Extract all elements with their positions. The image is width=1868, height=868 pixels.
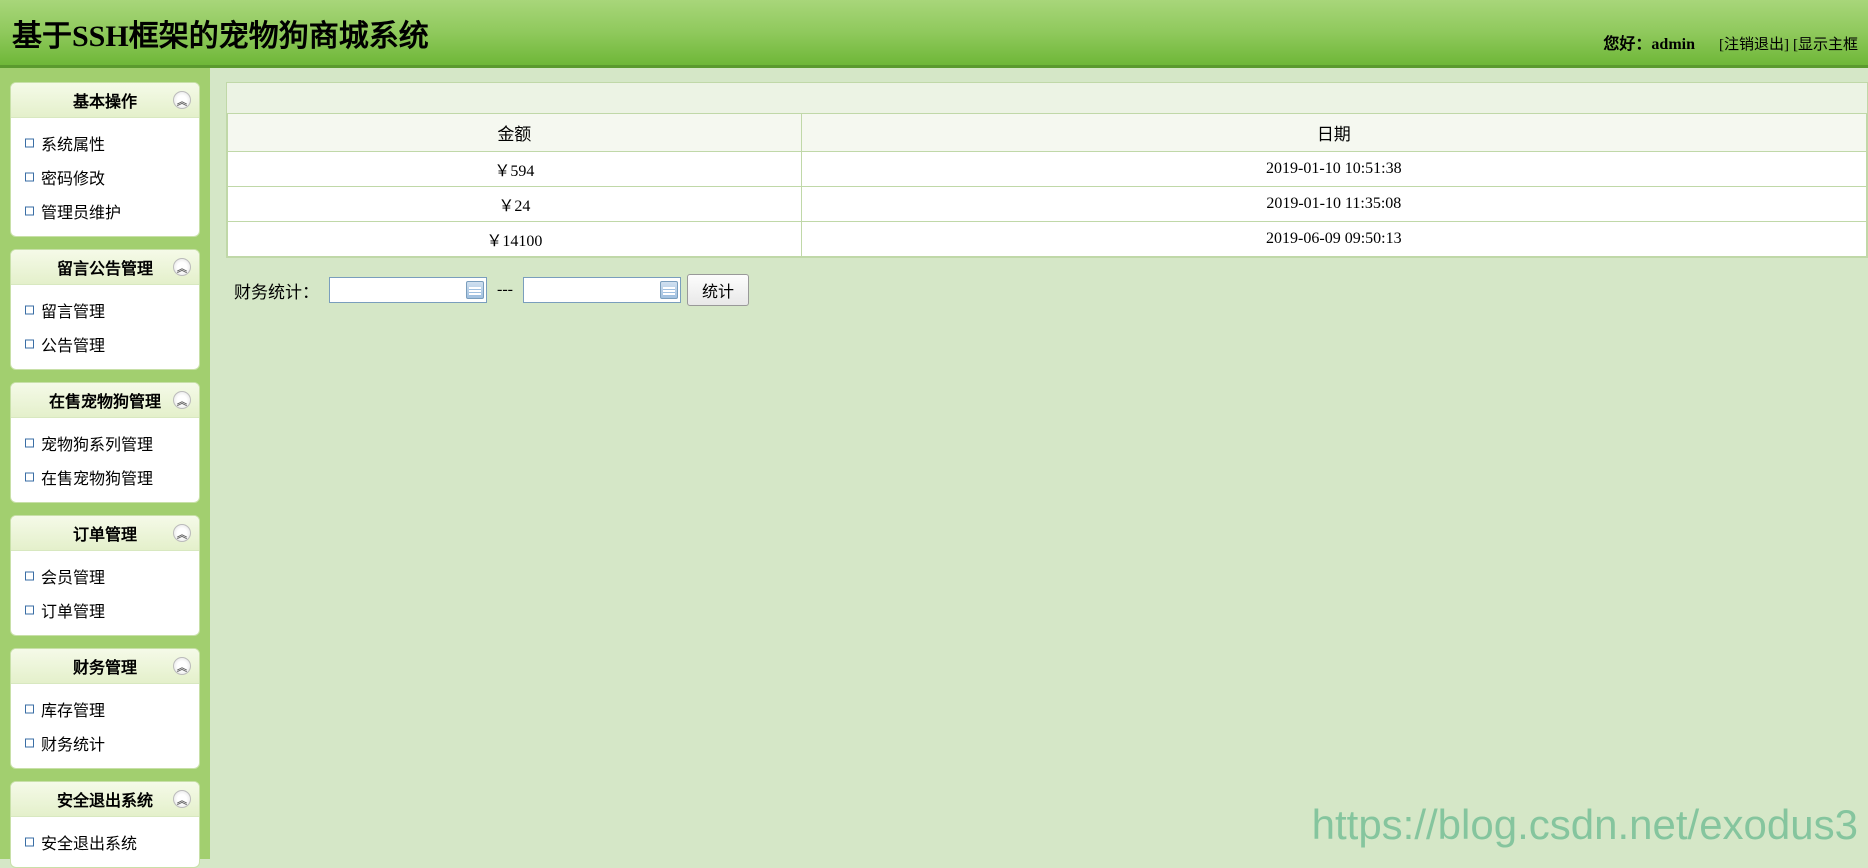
date-to-wrap bbox=[523, 277, 681, 303]
panel-body: 安全退出系统 bbox=[11, 817, 199, 867]
panel-title: 安全退出系统 bbox=[57, 793, 153, 810]
page-header: 基于SSH框架的宠物狗商城系统 您好：admin [注销退出] [显示主框 bbox=[0, 0, 1868, 68]
main-container: 基本操作 ︽ 系统属性密码修改管理员维护留言公告管理 ︽ 留言管理公告管理在售宠物狗管理… bbox=[0, 68, 1868, 859]
sidebar-panel: 在售宠物狗管理︽宠物狗系列管理在售宠物狗管理 bbox=[10, 382, 200, 503]
panel-header[interactable]: 订单管理 ︽ bbox=[11, 516, 199, 551]
logout-link[interactable]: [注销退出] bbox=[1719, 37, 1789, 53]
panel-body: 库存管理财务统计 bbox=[11, 684, 199, 768]
cell-date: 2019-01-10 10:51:38 bbox=[801, 152, 1866, 187]
col-amount: 金额 bbox=[228, 114, 802, 152]
panel-title: 基本操作 bbox=[73, 94, 137, 111]
panel-title: 订单管理 bbox=[73, 527, 137, 544]
date-to-input[interactable] bbox=[523, 277, 681, 303]
sidebar-item[interactable]: 会员管理 bbox=[23, 559, 187, 593]
content-box: 金额 日期 ￥5942019-01-10 10:51:38￥242019-01-… bbox=[226, 82, 1868, 258]
sidebar-item[interactable]: 系统属性 bbox=[23, 126, 187, 160]
chevron-up-icon[interactable]: ︽ bbox=[173, 657, 191, 675]
filter-row: 财务统计： --- 统计 bbox=[226, 258, 1868, 322]
cell-amount: ￥24 bbox=[228, 187, 802, 222]
sidebar-item[interactable]: 公告管理 bbox=[23, 327, 187, 361]
panel-header[interactable]: 基本操作 ︽ bbox=[11, 83, 199, 118]
panel-body: 系统属性密码修改管理员维护 bbox=[11, 118, 199, 236]
sidebar-item[interactable]: 密码修改 bbox=[23, 160, 187, 194]
panel-header[interactable]: 财务管理 ︽ bbox=[11, 649, 199, 684]
date-separator: --- bbox=[497, 281, 513, 299]
statistics-button[interactable]: 统计 bbox=[687, 274, 749, 306]
sidebar-item[interactable]: 库存管理 bbox=[23, 692, 187, 726]
sidebar-panel: 财务管理 ︽ 库存管理财务统计 bbox=[10, 648, 200, 769]
sidebar-panel: 安全退出系统 ︽ 安全退出系统 bbox=[10, 781, 200, 868]
watermark-text: https://blog.csdn.net/exodus3 bbox=[1312, 801, 1858, 849]
sidebar-panel: 订单管理︽会员管理订单管理 bbox=[10, 515, 200, 636]
chevron-up-icon[interactable]: ︽ bbox=[173, 524, 191, 542]
col-date: 日期 bbox=[801, 114, 1866, 152]
panel-title: 财务管理 bbox=[73, 660, 137, 677]
date-from-wrap bbox=[329, 277, 487, 303]
sidebar-item[interactable]: 管理员维护 bbox=[23, 194, 187, 228]
panel-body: 宠物狗系列管理在售宠物狗管理 bbox=[11, 418, 199, 502]
panel-header[interactable]: 安全退出系统 ︽ bbox=[11, 782, 199, 817]
sidebar-item[interactable]: 订单管理 bbox=[23, 593, 187, 627]
panel-title: 留言公告管理 bbox=[57, 261, 153, 278]
table-row: ￥242019-01-10 11:35:08 bbox=[228, 187, 1867, 222]
filter-label: 财务统计： bbox=[234, 278, 319, 303]
panel-body: 会员管理订单管理 bbox=[11, 551, 199, 635]
cell-date: 2019-01-10 11:35:08 bbox=[801, 187, 1866, 222]
panel-header[interactable]: 在售宠物狗管理 ︽ bbox=[11, 383, 199, 418]
table-row: ￥5942019-01-10 10:51:38 bbox=[228, 152, 1867, 187]
cell-amount: ￥594 bbox=[228, 152, 802, 187]
table-row: ￥141002019-06-09 09:50:13 bbox=[228, 222, 1867, 257]
header-user-area: 您好：admin [注销退出] [显示主框 bbox=[1603, 30, 1858, 54]
sidebar-item[interactable]: 财务统计 bbox=[23, 726, 187, 760]
cell-date: 2019-06-09 09:50:13 bbox=[801, 222, 1866, 257]
main-content: 金额 日期 ￥5942019-01-10 10:51:38￥242019-01-… bbox=[210, 68, 1868, 859]
sidebar: 基本操作 ︽ 系统属性密码修改管理员维护留言公告管理 ︽ 留言管理公告管理在售宠物狗管理… bbox=[0, 68, 210, 859]
sidebar-item[interactable]: 安全退出系统 bbox=[23, 825, 187, 859]
sidebar-item[interactable]: 留言管理 bbox=[23, 293, 187, 327]
show-mainframe-link[interactable]: [显示主框 bbox=[1793, 37, 1858, 53]
panel-body: 留言管理公告管理 bbox=[11, 285, 199, 369]
cell-amount: ￥14100 bbox=[228, 222, 802, 257]
finance-table: 金额 日期 ￥5942019-01-10 10:51:38￥242019-01-… bbox=[227, 113, 1867, 257]
sidebar-panel: 留言公告管理 ︽ 留言管理公告管理 bbox=[10, 249, 200, 370]
chevron-up-icon[interactable]: ︽ bbox=[173, 258, 191, 276]
panel-header[interactable]: 留言公告管理 ︽ bbox=[11, 250, 199, 285]
chevron-up-icon[interactable]: ︽ bbox=[173, 790, 191, 808]
chevron-up-icon[interactable]: ︽ bbox=[173, 391, 191, 409]
date-from-input[interactable] bbox=[329, 277, 487, 303]
sidebar-panel: 基本操作 ︽ 系统属性密码修改管理员维护 bbox=[10, 82, 200, 237]
greeting-text: 您好：admin bbox=[1603, 36, 1699, 53]
sidebar-item[interactable]: 宠物狗系列管理 bbox=[23, 426, 187, 460]
sidebar-item[interactable]: 在售宠物狗管理 bbox=[23, 460, 187, 494]
chevron-up-icon[interactable]: ︽ bbox=[173, 91, 191, 109]
panel-title: 在售宠物狗管理 bbox=[49, 394, 161, 411]
app-title: 基于SSH框架的宠物狗商城系统 bbox=[12, 11, 429, 55]
